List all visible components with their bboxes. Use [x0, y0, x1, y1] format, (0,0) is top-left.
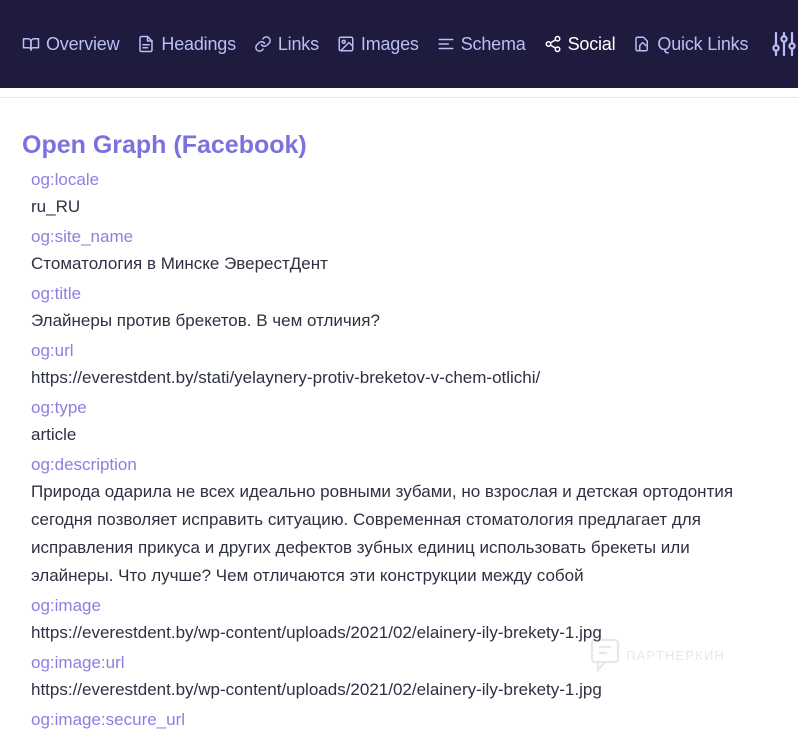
property-item: og:url https://everestdent.by/stati/yela…	[31, 338, 776, 392]
property-key: og:title	[31, 284, 82, 303]
settings-button[interactable]	[772, 31, 796, 57]
tab-quick-links-label: Quick Links	[657, 33, 749, 54]
property-key: og:description	[31, 455, 137, 474]
book-icon	[22, 38, 40, 51]
tab-links-label: Links	[277, 33, 319, 54]
image-icon	[338, 36, 354, 52]
top-navigation-bar: Overview Headings Links Images Schema So…	[0, 0, 798, 88]
tab-schema[interactable]: Schema	[437, 34, 526, 55]
property-value: ru_RU	[31, 197, 81, 216]
property-value: Стоматология в Минске ЭверестДент	[31, 254, 328, 273]
watermark-text: ПАРТНЕРКИН	[626, 647, 726, 663]
property-item: og:image:secure_url	[31, 707, 776, 733]
tab-headings-label: Headings	[161, 33, 236, 54]
quick-links-icon	[635, 36, 649, 52]
property-key: og:type	[31, 398, 87, 417]
tab-headings[interactable]: Headings	[137, 33, 236, 55]
property-value: Элайнеры против брекетов. В чем отличия?	[31, 311, 380, 330]
property-key: og:image	[31, 596, 101, 615]
property-value: Природа одарила не всех идеально ровными…	[31, 482, 734, 585]
list-icon	[438, 38, 454, 50]
property-key: og:image:secure_url	[31, 710, 186, 729]
document-icon	[139, 35, 154, 53]
property-item: og:site_name Стоматология в Минске Эвере…	[31, 224, 776, 278]
sliders-icon	[772, 31, 796, 57]
property-key: og:site_name	[31, 227, 134, 246]
watermark: ПАРТНЕРКИН	[590, 638, 725, 672]
tab-social[interactable]: Social	[544, 34, 616, 55]
property-item: og:title Элайнеры против брекетов. В чем…	[31, 281, 776, 335]
tab-images-label: Images	[360, 33, 419, 54]
property-value: https://everestdent.by/wp-content/upload…	[31, 680, 602, 699]
tab-quick-links[interactable]: Quick Links	[633, 34, 748, 55]
property-item: og:locale ru_RU	[31, 167, 776, 221]
tab-links[interactable]: Links	[254, 34, 319, 55]
share-icon	[545, 35, 561, 53]
tab-social-label: Social	[567, 33, 616, 54]
section-title: Open Graph (Facebook)	[22, 131, 307, 159]
property-value: article	[31, 425, 77, 444]
property-value: https://everestdent.by/stati/yelaynery-p…	[31, 368, 541, 387]
tab-overview-label: Overview	[46, 33, 120, 54]
watermark-logo-icon	[590, 638, 620, 672]
tab-schema-label: Schema	[460, 33, 526, 54]
tab-overview[interactable]: Overview	[22, 33, 120, 55]
tab-images[interactable]: Images	[337, 34, 419, 55]
property-key: og:locale	[31, 170, 100, 189]
property-item: og:description Природа одарила не всех и…	[31, 452, 776, 590]
property-key: og:url	[31, 341, 74, 360]
header-divider	[0, 97, 798, 98]
property-item: og:type article	[31, 395, 776, 449]
link-icon	[255, 36, 271, 52]
